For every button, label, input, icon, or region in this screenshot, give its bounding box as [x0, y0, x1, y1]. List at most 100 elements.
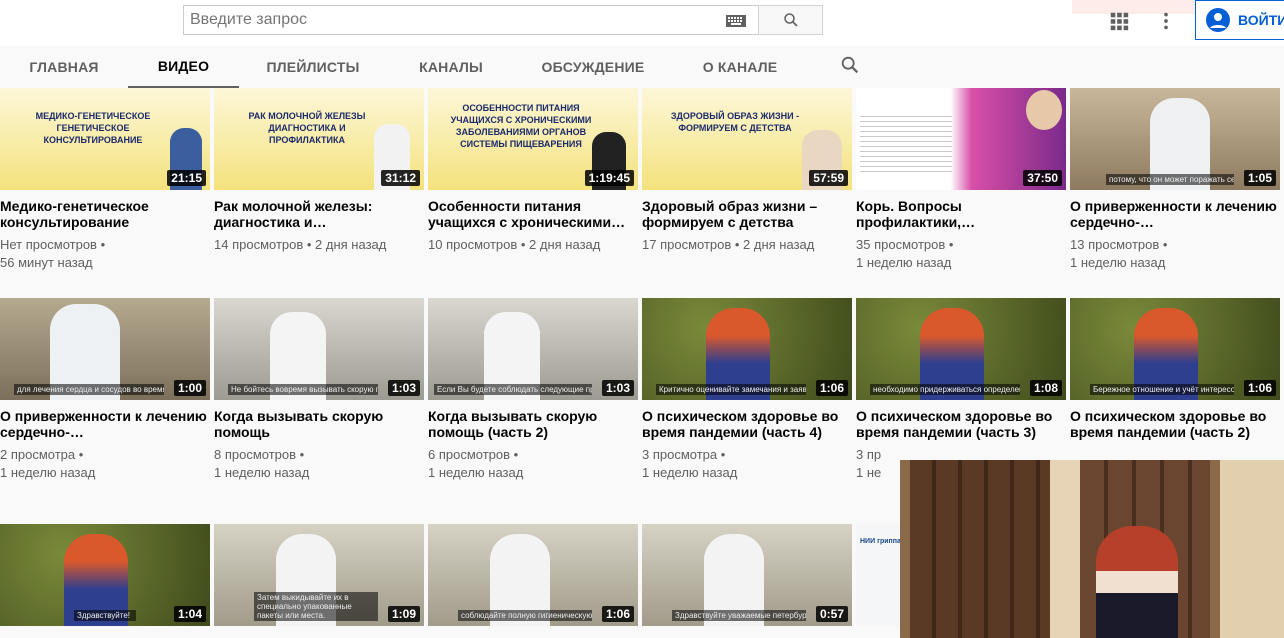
video-title[interactable]: О психическом здоровье во время пандемии…	[856, 408, 1066, 440]
thumbnail-slide-text: РАК МОЛОЧНОЙ ЖЕЛЕЗЫ ДИАГНОСТИКА И ПРОФИЛ…	[248, 111, 366, 146]
video-title[interactable]: О психическом здоровье во время пандемии…	[642, 408, 852, 440]
video-thumbnail[interactable]: ОСОБЕННОСТИ ПИТАНИЯ УЧАЩИХСЯ С ХРОНИЧЕСК…	[428, 88, 638, 190]
video-subtitle: Затем выкидывайте их в специально упаков…	[254, 592, 378, 621]
video-subtitle: Если Вы будете соблюдать следующие прост…	[434, 384, 592, 395]
thumbnail-logo-text: НИИ гриппа	[860, 538, 901, 545]
thumbnail-slide-text: ЗДОРОВЫЙ ОБРАЗ ЖИЗНИ - ФОРМИРУЕМ С ДЕТСТ…	[670, 111, 800, 134]
tab-home[interactable]: ГЛАВНАЯ	[20, 46, 108, 88]
video-card[interactable]: МЕДИКО-ГЕНЕТИЧЕСКОЕ ГЕНЕТИЧЕСКОЕ КОНСУЛЬ…	[0, 88, 210, 272]
video-card[interactable]: ОСОБЕННОСТИ ПИТАНИЯ УЧАЩИХСЯ С ХРОНИЧЕСК…	[428, 88, 638, 254]
wall-panel	[1220, 460, 1284, 638]
video-views: 10 просмотров • 2 дня назад	[428, 237, 601, 252]
video-title[interactable]: Медико-генетическое консультирование	[0, 198, 210, 230]
video-meta: 35 просмотров • 1 неделю назад	[856, 236, 1066, 272]
video-meta: 2 просмотра • 1 неделю назад	[0, 446, 210, 482]
video-thumbnail[interactable]: Критично оценивайте замечания и заявлени…	[642, 298, 852, 400]
channel-search-icon[interactable]	[839, 54, 861, 76]
video-duration: 1:19:45	[584, 170, 634, 186]
keyboard-icon[interactable]	[726, 15, 746, 27]
video-title[interactable]: Рак молочной железы: диагностика и…	[214, 198, 424, 230]
video-subtitle: Критично оценивайте замечания и заявлени…	[656, 384, 806, 395]
video-age: 1 неделю назад	[642, 465, 738, 480]
video-duration: 1:04	[173, 606, 206, 622]
video-title[interactable]: Здоровый образ жизни – формируем с детст…	[642, 198, 852, 230]
video-age: 1 неделю назад	[0, 465, 96, 480]
video-age: 56 минут назад	[0, 255, 93, 270]
video-title[interactable]: Когда вызывать скорую помощь (часть 2)	[428, 408, 638, 440]
channel-tabs: ГЛАВНАЯ ВИДЕО ПЛЕЙЛИСТЫ КАНАЛЫ ОБСУЖДЕНИ…	[0, 46, 1284, 88]
video-card[interactable]: Если Вы будете соблюдать следующие прост…	[428, 298, 638, 482]
video-card[interactable]: ЗДОРОВЫЙ ОБРАЗ ЖИЗНИ - ФОРМИРУЕМ С ДЕТСТ…	[642, 88, 852, 254]
video-meta: Нет просмотров • 56 минут назад	[0, 236, 210, 272]
video-subtitle: Не бойтесь вовремя вызывать скорую помощ…	[228, 384, 378, 395]
tab-videos[interactable]: ВИДЕО	[128, 46, 239, 88]
video-thumbnail[interactable]: Если Вы будете соблюдать следующие прост…	[428, 298, 638, 400]
video-title[interactable]: Особенности питания учащихся с хроническ…	[428, 198, 638, 230]
search-box[interactable]	[183, 5, 759, 35]
search-icon	[783, 13, 798, 27]
video-meta: 8 просмотров • 1 неделю назад	[214, 446, 424, 482]
video-card[interactable]: РАК МОЛОЧНОЙ ЖЕЛЕЗЫ ДИАГНОСТИКА И ПРОФИЛ…	[214, 88, 424, 254]
video-thumbnail[interactable]: 37:50	[856, 88, 1066, 190]
video-card[interactable]: необходимо придерживаться определенных п…	[856, 298, 1066, 482]
video-thumbnail[interactable]: Здравствуйте уважаемые петербуржцы 0:57	[642, 524, 852, 626]
more-vert-icon[interactable]	[1155, 10, 1177, 32]
presenter-photo	[1026, 90, 1062, 130]
apps-icon[interactable]	[1108, 10, 1130, 32]
video-thumbnail[interactable]: МЕДИКО-ГЕНЕТИЧЕСКОЕ ГЕНЕТИЧЕСКОЕ КОНСУЛЬ…	[0, 88, 210, 190]
video-age: 1 неделю назад	[428, 465, 524, 480]
video-thumbnail[interactable]: Затем выкидывайте их в специально упаков…	[214, 524, 424, 626]
video-views: 6 просмотров •	[428, 447, 519, 462]
video-thumbnail[interactable]: ЗДОРОВЫЙ ОБРАЗ ЖИЗНИ - ФОРМИРУЕМ С ДЕТСТ…	[642, 88, 852, 190]
video-duration: 1:06	[1243, 380, 1276, 396]
video-duration: 57:59	[809, 170, 848, 186]
search-input[interactable]	[184, 6, 704, 34]
account-icon	[1206, 8, 1230, 32]
video-card[interactable]: для лечения сердца и сосудов во время па…	[0, 298, 210, 482]
video-views: 14 просмотров • 2 дня назад	[214, 237, 387, 252]
video-duration: 1:03	[387, 380, 420, 396]
video-card[interactable]: Бережное отношение и учёт интересов близ…	[1070, 298, 1280, 446]
video-title[interactable]: О приверженности к лечению сердечно-…	[1070, 198, 1280, 230]
video-thumbnail[interactable]: потому, что он может поражать сердце 1:0…	[1070, 88, 1280, 190]
video-subtitle: Здравствуйте уважаемые петербуржцы	[672, 610, 806, 621]
video-duration: 1:06	[601, 606, 634, 622]
video-title[interactable]: Корь. Вопросы профилактики,…	[856, 198, 1066, 230]
video-card[interactable]: Здравствуйте! 1:04	[0, 524, 210, 626]
video-title[interactable]: О психическом здоровье во время пандемии…	[1070, 408, 1280, 440]
video-card[interactable]: соблюдайте полную гигиеническую изоляцию…	[428, 524, 638, 626]
thumbnail-slide-text: МЕДИКО-ГЕНЕТИЧЕСКОЕ ГЕНЕТИЧЕСКОЕ КОНСУЛЬ…	[35, 111, 151, 146]
video-title[interactable]: О приверженности к лечению сердечно-…	[0, 408, 210, 440]
tab-about[interactable]: О КАНАЛЕ	[693, 46, 787, 88]
video-card[interactable]: Здравствуйте уважаемые петербуржцы 0:57	[642, 524, 852, 626]
video-card[interactable]: Не бойтесь вовремя вызывать скорую помощ…	[214, 298, 424, 482]
thumbnail-slide-text: ОСОБЕННОСТИ ПИТАНИЯ УЧАЩИХСЯ С ХРОНИЧЕСК…	[450, 103, 592, 150]
video-thumbnail[interactable]: для лечения сердца и сосудов во время па…	[0, 298, 210, 400]
video-preview-overlay[interactable]	[900, 460, 1284, 638]
tab-playlists[interactable]: ПЛЕЙЛИСТЫ	[258, 46, 368, 88]
video-card[interactable]: потому, что он может поражать сердце 1:0…	[1070, 88, 1280, 272]
video-thumbnail[interactable]: Здравствуйте! 1:04	[0, 524, 210, 626]
video-duration: 21:15	[167, 170, 206, 186]
signin-button[interactable]: ВОЙТИ	[1195, 0, 1284, 40]
video-card[interactable]: 37:50 Корь. Вопросы профилактики,… 35 пр…	[856, 88, 1066, 272]
tab-channels[interactable]: КАНАЛЫ	[408, 46, 494, 88]
search-button[interactable]	[758, 5, 823, 35]
video-subtitle: необходимо придерживаться определенных п…	[870, 384, 1020, 395]
video-subtitle: Бережное отношение и учёт интересов близ…	[1090, 384, 1234, 395]
promo-strip	[1072, 0, 1196, 14]
video-thumbnail[interactable]: Бережное отношение и учёт интересов близ…	[1070, 298, 1280, 400]
video-meta: 17 просмотров • 2 дня назад	[642, 236, 852, 254]
video-thumbnail[interactable]: Не бойтесь вовремя вызывать скорую помощ…	[214, 298, 424, 400]
video-views: 13 просмотров •	[1070, 237, 1168, 252]
video-meta: 6 просмотров • 1 неделю назад	[428, 446, 638, 482]
video-views: 3 просмотра •	[642, 447, 726, 462]
video-thumbnail[interactable]: необходимо придерживаться определенных п…	[856, 298, 1066, 400]
video-subtitle: Здравствуйте!	[74, 610, 136, 621]
tab-discussion[interactable]: ОБСУЖДЕНИЕ	[534, 46, 652, 88]
video-thumbnail[interactable]: соблюдайте полную гигиеническую изоляцию…	[428, 524, 638, 626]
video-card[interactable]: Затем выкидывайте их в специально упаков…	[214, 524, 424, 626]
video-title[interactable]: Когда вызывать скорую помощь	[214, 408, 424, 440]
video-thumbnail[interactable]: РАК МОЛОЧНОЙ ЖЕЛЕЗЫ ДИАГНОСТИКА И ПРОФИЛ…	[214, 88, 424, 190]
video-card[interactable]: Критично оценивайте замечания и заявлени…	[642, 298, 852, 482]
